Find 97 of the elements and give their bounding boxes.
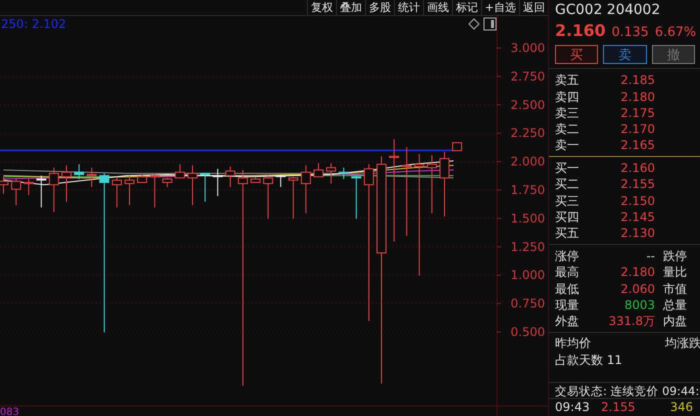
candlestick	[174, 164, 185, 178]
bid-label: 买三	[555, 192, 580, 209]
candlestick	[11, 178, 22, 206]
stat-label: 内盘	[662, 312, 688, 330]
stat-label: 总量	[662, 296, 688, 313]
price-change: 0.135	[612, 25, 649, 40]
candlestick	[200, 172, 210, 202]
change-percent: 6.67%	[654, 25, 696, 40]
toolbar-button[interactable]: 多股	[364, 0, 394, 15]
info-text: 占款天数 11	[555, 352, 622, 368]
stat-value: 331.8万	[608, 312, 655, 330]
ask-label: 卖五	[555, 72, 580, 89]
toolbar-button[interactable]: 统计	[394, 0, 423, 15]
axis-label: 2.750	[510, 69, 545, 84]
bid-price: 2.155	[620, 176, 655, 193]
bid-label: 买二	[555, 176, 580, 193]
candlestick	[212, 168, 223, 197]
axis-label: 0.750	[510, 296, 545, 311]
panel-toggle-icon[interactable]	[484, 18, 496, 30]
candlestick	[338, 167, 349, 180]
stat-label: 最高	[555, 264, 580, 281]
tick-time: 09:43	[555, 399, 591, 416]
axis-label: 3.000	[510, 41, 545, 55]
stat-label: 现量	[555, 296, 580, 313]
candlestick	[48, 167, 59, 212]
candlestick	[36, 175, 46, 208]
candlestick	[137, 174, 148, 183]
stat-value: 8003	[623, 296, 655, 313]
stat-label: 量比	[662, 264, 688, 281]
axis-label: 1.000	[510, 268, 545, 282]
trading-status: 交易状态: 连续竞价 09:44:	[549, 383, 700, 399]
stat-value: 2.180	[620, 264, 655, 281]
candlestick	[112, 176, 122, 208]
bid-price: 2.145	[620, 208, 655, 226]
candlestick	[326, 162, 336, 184]
ask-price: 2.165	[620, 137, 655, 154]
candlestick	[263, 175, 274, 220]
ask-price: 2.180	[620, 88, 655, 105]
axis-label: 2.000	[510, 154, 545, 169]
candlestick	[300, 164, 311, 214]
bid-label: 买四	[555, 208, 580, 226]
bid-price: 2.160	[620, 160, 655, 176]
ask-label: 卖四	[555, 88, 580, 105]
tick-volume: 346	[669, 399, 693, 416]
ask-label: 卖一	[555, 137, 580, 154]
ask-price: 2.175	[620, 104, 655, 121]
candlestick	[86, 167, 97, 188]
stat-value: --	[645, 248, 655, 264]
candlestick	[150, 174, 160, 208]
axis-label: 2.500	[510, 98, 545, 112]
candlestick	[314, 162, 324, 178]
candlestick	[351, 175, 362, 220]
axis-label: 1.500	[510, 211, 545, 226]
candlestick	[188, 164, 198, 206]
candlestick	[440, 151, 450, 218]
axis-label: 1.750	[510, 183, 545, 197]
candlestick	[225, 166, 236, 188]
last-price: 2.160	[555, 21, 606, 40]
axis-label: 0.500	[510, 325, 545, 339]
bid-label: 买五	[555, 225, 580, 242]
stat-label: 外盘	[555, 312, 580, 330]
tick-price: 2.155	[601, 399, 636, 416]
ask-label: 卖三	[555, 104, 580, 121]
info-label: 昨均价	[555, 335, 591, 352]
candlestick	[24, 178, 34, 196]
ask-price: 2.185	[620, 72, 655, 89]
toolbar-button[interactable]: 画线	[422, 0, 452, 15]
candlestick	[276, 174, 286, 188]
candlestick	[426, 154, 437, 214]
toolbar-button[interactable]: +自选	[480, 0, 519, 15]
toolbar-button[interactable]: 复权	[306, 0, 336, 15]
bid-price: 2.130	[620, 225, 655, 242]
stat-label: 涨停	[555, 248, 580, 264]
stat-label: 最低	[555, 280, 580, 297]
stat-value: 2.060	[620, 280, 655, 297]
trade-button[interactable]: 卖	[603, 45, 647, 64]
toolbar-button[interactable]: 标记	[452, 0, 481, 15]
candlestick	[62, 164, 72, 202]
candlestick	[250, 176, 260, 183]
moving-average-label: 250: 2.102	[1, 17, 66, 31]
bid-price: 2.150	[620, 192, 655, 209]
axis-label: 2.250	[510, 126, 545, 140]
diamond-icon	[468, 18, 480, 30]
axis-label: 1.250	[510, 240, 545, 254]
indicator-value: 083	[0, 407, 20, 416]
stat-label: 跌停	[662, 248, 688, 264]
ask-label: 卖二	[555, 120, 580, 138]
trade-button[interactable]: 买	[555, 45, 598, 64]
bid-label: 买一	[555, 160, 580, 176]
candlestick	[452, 142, 462, 152]
security-code: GC002 204002	[554, 1, 662, 20]
candlestick	[162, 177, 172, 188]
candlestick	[124, 175, 134, 206]
stat-label: 市值	[662, 280, 688, 297]
ask-price: 2.170	[620, 120, 655, 138]
candlestick	[74, 164, 84, 180]
candlestick	[288, 176, 298, 220]
